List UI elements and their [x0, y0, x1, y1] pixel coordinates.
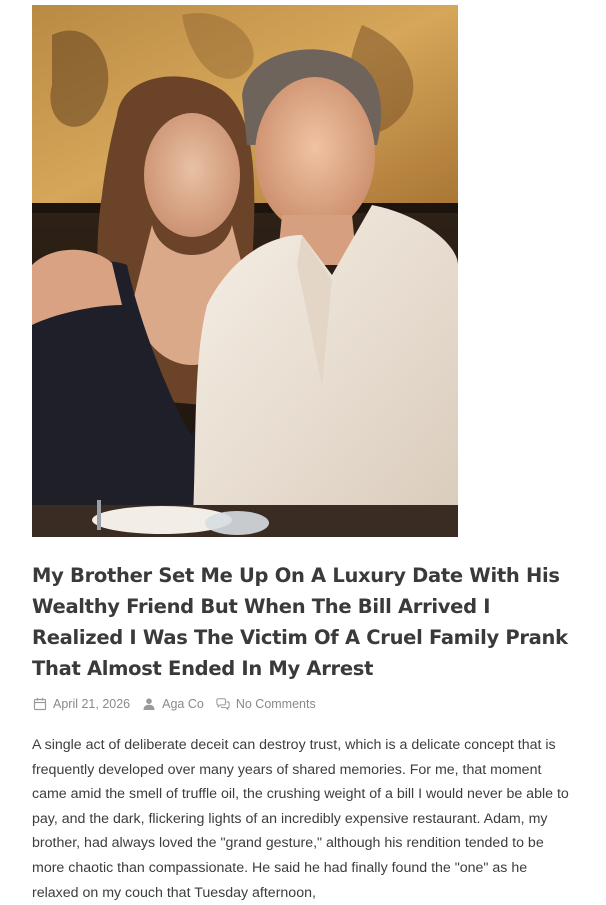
post-date[interactable]: April 21, 2026	[33, 697, 130, 711]
post-comments-link[interactable]: No Comments	[236, 697, 316, 711]
calendar-icon	[33, 697, 47, 711]
post-meta: April 21, 2026 Aga Co No Comments	[33, 695, 328, 713]
article: My Brother Set Me Up On A Luxury Date Wi…	[0, 0, 606, 905]
post-author[interactable]: Aga Co	[142, 697, 204, 711]
post-excerpt: A single act of deliberate deceit can de…	[32, 737, 569, 901]
featured-image[interactable]	[32, 5, 458, 537]
post-title[interactable]: My Brother Set Me Up On A Luxury Date Wi…	[32, 560, 582, 684]
user-icon	[142, 697, 156, 711]
featured-image-illustration	[32, 5, 458, 537]
post-comments[interactable]: No Comments	[216, 697, 316, 711]
post-author-link[interactable]: Aga Co	[162, 697, 204, 711]
comments-icon	[216, 697, 230, 711]
post-date-link[interactable]: April 21, 2026	[53, 697, 130, 711]
